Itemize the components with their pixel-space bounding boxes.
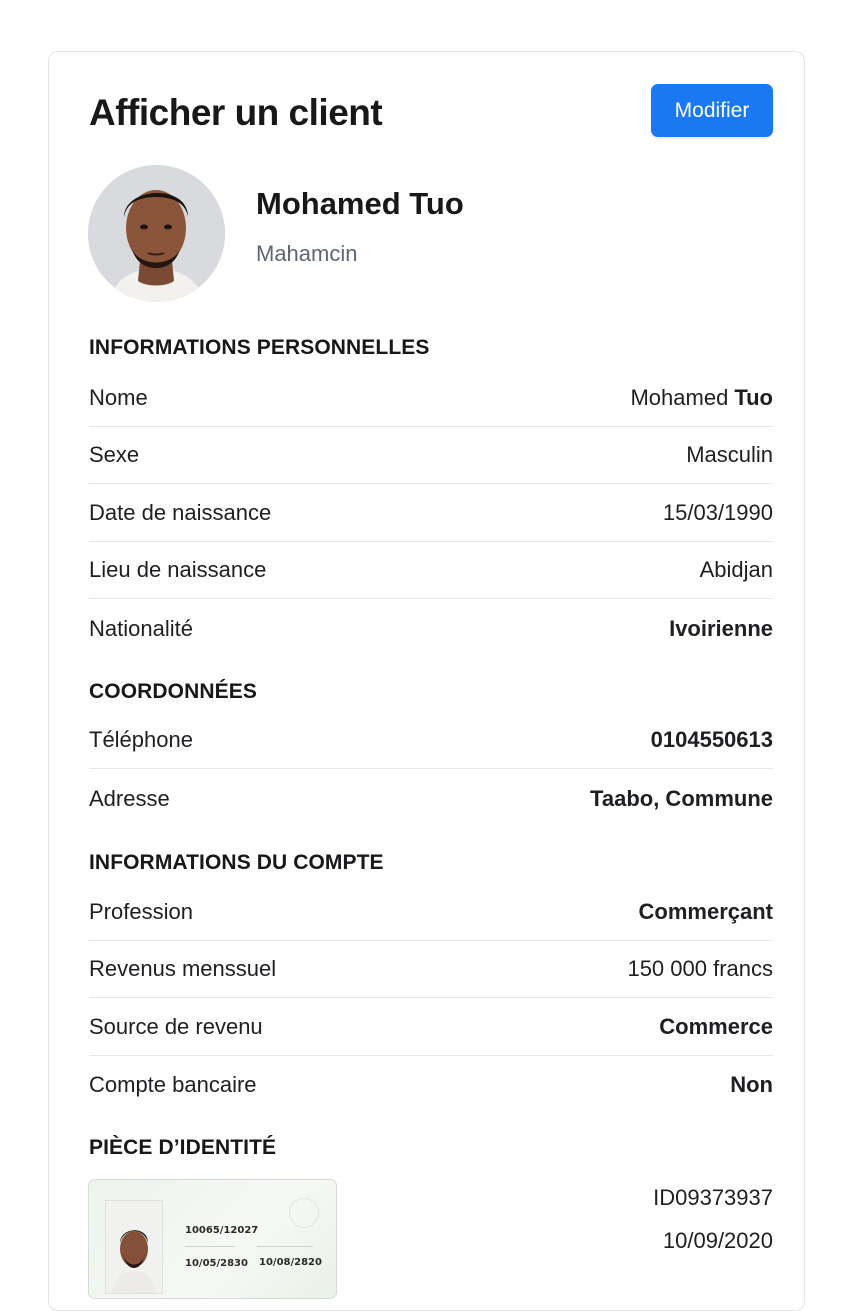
id-card-line — [185, 1246, 235, 1247]
page-title: Afficher un client — [89, 92, 383, 133]
info-row-sexe: Sexe Masculin — [89, 427, 773, 484]
avatar — [88, 165, 225, 302]
row-label: Nome — [89, 385, 148, 410]
info-row-profession: Profession Commerçant — [89, 884, 773, 941]
section-title-account: INFORMATIONS DU COMPTE — [89, 851, 384, 874]
section-title-identity: PIÈCE D’IDENTITÉ — [89, 1136, 277, 1159]
id-card-date-right: 10/08/2820 — [259, 1257, 322, 1268]
row-label: Téléphone — [89, 727, 193, 752]
id-card-image[interactable]: 10065/12027 10/05/2830 10/08/2820 — [88, 1179, 337, 1299]
row-value: 0104550613 — [650, 727, 773, 752]
info-row-source-revenu: Source de revenu Commerce — [89, 999, 773, 1056]
info-row-revenus: Revenus menssuel 150 000 francs — [89, 941, 773, 998]
row-label: Revenus menssuel — [89, 956, 277, 981]
row-label: Compte bancaire — [89, 1071, 257, 1097]
row-value: Abidjan — [699, 557, 773, 582]
client-full-name: Mohamed Tuo — [256, 186, 464, 221]
row-label: Sexe — [89, 442, 140, 467]
id-card-seal-icon — [289, 1198, 319, 1228]
first-name: Mohamed — [630, 385, 729, 410]
id-card-line — [257, 1246, 313, 1247]
info-row-lieu-naissance: Lieu de naissance Abidjan — [89, 542, 773, 599]
info-row-nom: Nome Mohamed Tuo — [89, 370, 773, 427]
info-row-compte-bancaire: Compte bancaire Non — [89, 1056, 773, 1113]
id-card-number: 10065/12027 — [185, 1225, 259, 1236]
info-row-date-naissance: Date de naissance 15/03/1990 — [89, 485, 773, 542]
row-label: Lieu de naissance — [89, 557, 267, 582]
row-value: Ivoirienne — [669, 615, 773, 641]
last-name: Tuo — [734, 385, 773, 410]
row-value: 150 000 francs — [627, 956, 773, 981]
info-row-adresse: Adresse Taabo, Commune — [89, 770, 773, 827]
section-title-personal: INFORMATIONS PERSONNELLES — [89, 336, 430, 359]
section-title-contact: COORDONNÉES — [89, 680, 257, 703]
avatar-portrait — [88, 165, 225, 302]
row-value: Commerce — [659, 1014, 773, 1039]
row-value: Taabo, Commune — [590, 785, 773, 811]
row-label: Profession — [89, 899, 193, 924]
row-value: Commerçant — [638, 899, 773, 924]
info-row-telephone: Téléphone 0104550613 — [89, 712, 773, 769]
info-row-nationalite: Nationalité Ivoirienne — [89, 600, 773, 657]
row-value: Non — [730, 1071, 773, 1097]
row-value: 15/03/1990 — [662, 500, 773, 525]
row-value: Masculin — [686, 442, 773, 467]
id-photo-portrait — [106, 1201, 162, 1293]
id-card-date-left: 10/05/2830 — [185, 1258, 248, 1269]
id-number: ID09373937 — [653, 1185, 773, 1210]
row-label: Nationalité — [89, 615, 193, 641]
row-label: Adresse — [89, 785, 170, 811]
row-value: Mohamed Tuo — [630, 385, 773, 411]
edit-button[interactable]: Modifier — [651, 84, 773, 137]
id-date: 10/09/2020 — [662, 1228, 773, 1253]
row-label: Date de naissance — [89, 500, 272, 525]
client-username: Mahamcin — [256, 241, 358, 266]
row-label: Source de revenu — [89, 1014, 263, 1039]
